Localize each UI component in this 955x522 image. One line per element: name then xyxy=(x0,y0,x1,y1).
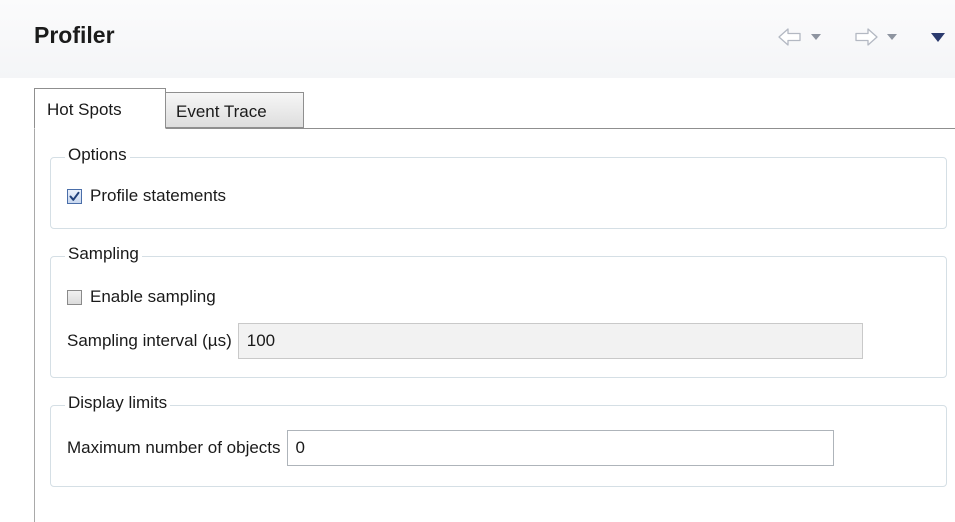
enable-sampling-label[interactable]: Enable sampling xyxy=(90,287,216,307)
max-objects-value: 0 xyxy=(295,438,305,457)
max-objects-row: Maximum number of objects 0 xyxy=(67,430,834,466)
chevron-down-icon[interactable] xyxy=(811,32,821,42)
forward-arrow-icon[interactable] xyxy=(853,27,879,47)
sampling-interval-label: Sampling interval (µs) xyxy=(67,331,232,350)
options-group: Options Profile statements xyxy=(50,145,947,229)
sampling-group: Sampling Enable sampling Sampling interv… xyxy=(50,244,947,378)
sampling-interval-value: 100 xyxy=(246,331,276,350)
max-objects-field[interactable]: 0 xyxy=(286,430,834,466)
tab-hot-spots[interactable]: Hot Spots xyxy=(34,88,166,129)
profile-statements-checkbox[interactable] xyxy=(67,188,82,204)
profile-statements-label[interactable]: Profile statements xyxy=(90,186,226,206)
back-arrow-icon[interactable] xyxy=(777,27,803,47)
nav-back-group[interactable] xyxy=(777,25,821,49)
view-header: Profiler xyxy=(0,0,955,78)
nav-forward-group[interactable] xyxy=(853,25,897,49)
sampling-legend: Sampling xyxy=(65,244,142,264)
page-title: Profiler xyxy=(34,22,115,48)
tab-baseline xyxy=(34,128,955,129)
checkmark-icon xyxy=(69,191,80,201)
options-legend: Options xyxy=(65,145,130,165)
sampling-interval-row: Sampling interval (µs) 100 xyxy=(67,323,863,359)
profile-statements-row[interactable]: Profile statements xyxy=(67,186,226,206)
max-objects-label: Maximum number of objects xyxy=(67,438,281,457)
chevron-down-icon[interactable] xyxy=(887,32,897,42)
profiler-view: Profiler Event Trace Hot Spots Options P… xyxy=(0,0,955,522)
display-limits-legend: Display limits xyxy=(65,393,171,413)
enable-sampling-row[interactable]: Enable sampling xyxy=(67,287,216,307)
sampling-interval-field[interactable]: 100 xyxy=(237,323,863,359)
tab-event-trace[interactable]: Event Trace xyxy=(166,92,304,128)
enable-sampling-checkbox[interactable] xyxy=(67,289,82,305)
panel-left-border xyxy=(34,88,35,522)
view-menu-icon[interactable] xyxy=(931,25,945,49)
display-limits-group: Display limits Maximum number of objects… xyxy=(50,393,947,487)
